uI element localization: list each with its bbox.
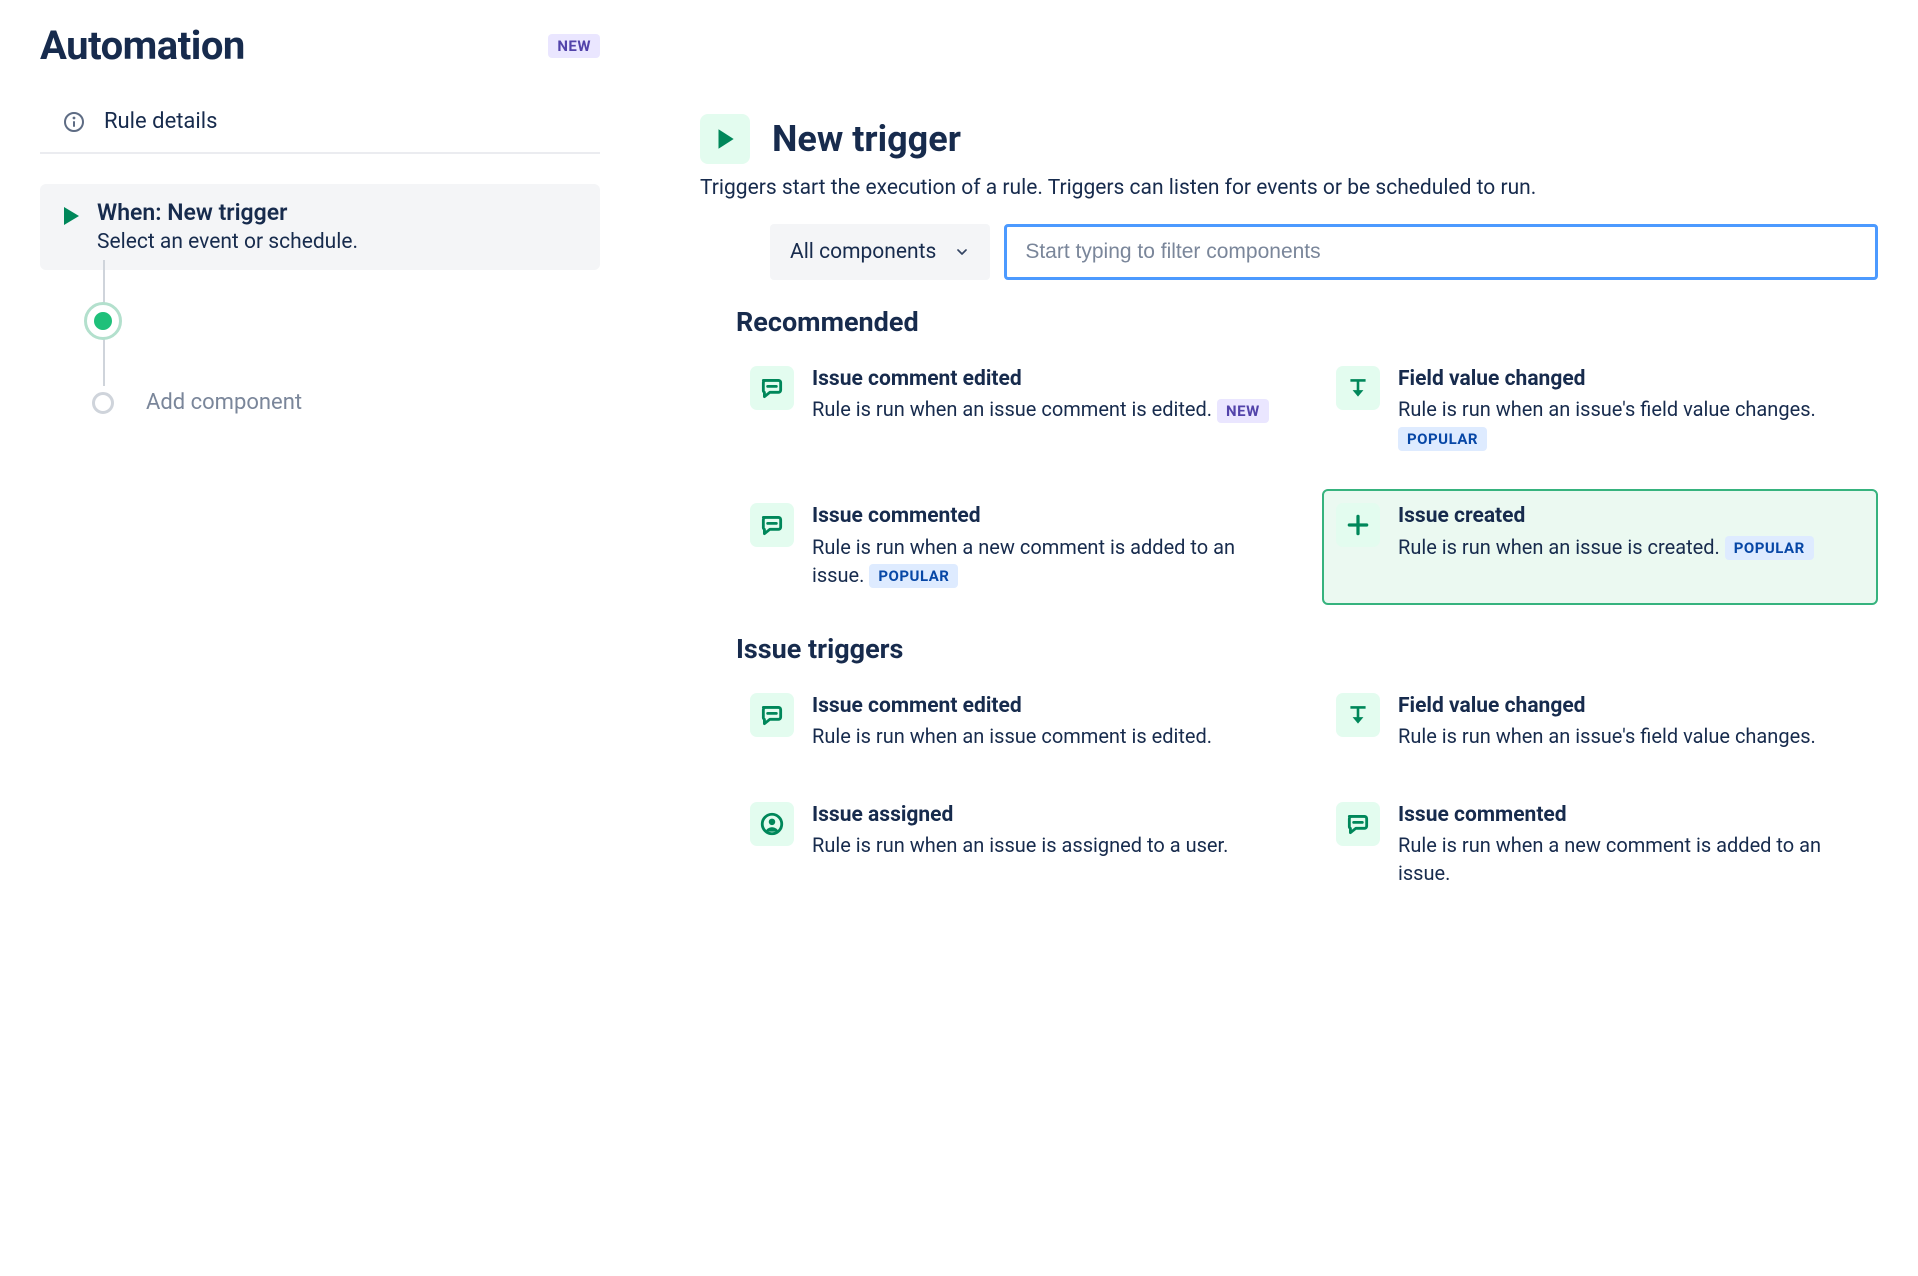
popular-badge: POPULAR [1398, 427, 1487, 451]
popular-badge: POPULAR [1725, 536, 1814, 560]
active-step-node [84, 302, 122, 340]
add-component-button[interactable]: Add component [146, 390, 302, 415]
page-new-badge: NEW [548, 34, 600, 58]
comment-icon [1336, 802, 1380, 846]
trigger-card-title: Issue commented [812, 503, 1274, 530]
trigger-card[interactable]: Field value changedRule is run when an i… [1322, 352, 1878, 467]
trigger-card-title: Issue comment edited [812, 693, 1212, 720]
trigger-card[interactable]: Issue comment editedRule is run when an … [736, 352, 1292, 467]
comment-icon [750, 693, 794, 737]
recommended-grid: Issue comment editedRule is run when an … [736, 352, 1878, 605]
trigger-panel-header: New trigger [700, 114, 1878, 164]
new-badge: NEW [1217, 399, 1269, 423]
rule-steps: When: New trigger Select an event or sch… [40, 154, 600, 422]
component-search-input[interactable] [1004, 224, 1878, 280]
trigger-panel-title: New trigger [772, 118, 961, 160]
trigger-card-title: Issue commented [1398, 802, 1860, 829]
group-title-issue-triggers: Issue triggers [736, 633, 1878, 665]
trigger-card-title: Field value changed [1398, 366, 1860, 393]
trigger-card[interactable]: Issue comment editedRule is run when an … [736, 679, 1292, 766]
trigger-card[interactable]: Issue commentedRule is run when a new co… [1322, 788, 1878, 903]
trigger-card[interactable]: Issue assignedRule is run when an issue … [736, 788, 1292, 903]
rule-details-label: Rule details [104, 109, 217, 134]
field-icon [1336, 366, 1380, 410]
page-title: Automation [40, 22, 245, 69]
component-filter-label: All components [790, 240, 936, 264]
trigger-card[interactable]: Issue createdRule is run when an issue i… [1322, 489, 1878, 604]
trigger-step-card[interactable]: When: New trigger Select an event or sch… [40, 184, 600, 270]
page-header: Automation NEW [40, 22, 600, 69]
chevron-down-icon [954, 244, 970, 260]
trigger-card-title: Issue assigned [812, 802, 1228, 829]
idle-step-node [92, 392, 114, 414]
comment-icon [750, 503, 794, 547]
trigger-panel-description: Triggers start the execution of a rule. … [700, 176, 1878, 200]
trigger-card-title: Issue comment edited [812, 366, 1269, 393]
trigger-card-title: Issue created [1398, 503, 1814, 530]
plus-icon [1336, 503, 1380, 547]
comment-icon [750, 366, 794, 410]
trigger-card[interactable]: Field value changedRule is run when an i… [1322, 679, 1878, 766]
info-icon [62, 110, 86, 134]
group-title-recommended: Recommended [736, 306, 1878, 338]
trigger-step-title: When: New trigger [97, 198, 358, 228]
trigger-step-subtitle: Select an event or schedule. [97, 230, 358, 254]
play-icon [700, 114, 750, 164]
popular-badge: POPULAR [869, 564, 958, 588]
trigger-card[interactable]: Issue commentedRule is run when a new co… [736, 489, 1292, 604]
person-icon [750, 802, 794, 846]
play-icon [64, 207, 79, 225]
rule-details-link[interactable]: Rule details [40, 91, 600, 154]
issue-triggers-grid: Issue comment editedRule is run when an … [736, 679, 1878, 904]
component-filter-select[interactable]: All components [770, 224, 990, 280]
field-icon [1336, 693, 1380, 737]
trigger-card-title: Field value changed [1398, 693, 1816, 720]
